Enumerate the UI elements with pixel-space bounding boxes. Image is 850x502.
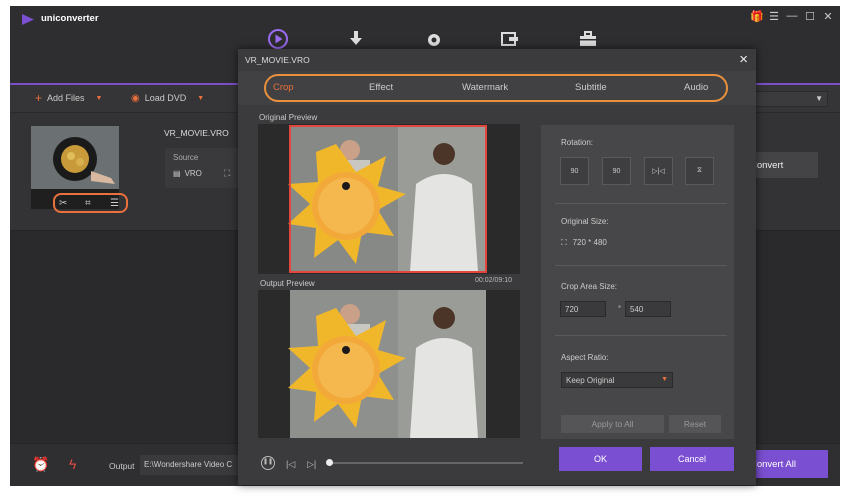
tab-effect[interactable]: Effect <box>369 82 393 93</box>
rotation-label: Rotation: <box>561 138 594 147</box>
convert-nav-icon[interactable] <box>267 28 289 50</box>
add-files-button[interactable]: + Add Files ▼ <box>35 90 103 105</box>
output-path-field[interactable]: E:\Wondershare Video C <box>140 455 240 475</box>
previous-frame-icon[interactable]: |◁ <box>286 459 295 470</box>
crop-icon[interactable]: ⌗ <box>85 198 91 209</box>
pause-button[interactable]: ❚❚ <box>261 456 275 470</box>
progress-track[interactable] <box>328 462 523 464</box>
close-icon[interactable]: × <box>739 51 748 68</box>
transfer-nav-icon[interactable] <box>499 28 521 50</box>
divider <box>555 265 727 266</box>
divider <box>555 203 727 204</box>
original-preview-label: Original Preview <box>259 113 318 122</box>
trim-icon[interactable]: ✂ <box>59 198 67 209</box>
tab-crop[interactable]: Crop <box>273 82 294 93</box>
original-size-label: Original Size: <box>561 217 609 226</box>
apply-to-all-button[interactable]: Apply to All <box>561 415 664 433</box>
effects-icon[interactable]: ☰ <box>110 198 119 209</box>
cancel-button[interactable]: Cancel <box>650 447 734 471</box>
rotate-left-button[interactable]: 90 <box>560 157 589 185</box>
chevron-down-icon[interactable]: ▼ <box>197 95 204 102</box>
file-name: VR_MOVIE.VRO <box>164 128 229 138</box>
aspect-ratio-label: Aspect Ratio: <box>561 353 609 362</box>
minimize-icon[interactable]: — <box>786 10 798 23</box>
flip-horizontal-button[interactable]: ▷|◁ <box>644 157 673 185</box>
original-size-value: ⛶ 720 * 480 <box>561 238 607 247</box>
output-preview-label: Output Preview <box>260 279 315 288</box>
maximize-icon[interactable]: ☐ <box>804 10 816 23</box>
chevron-down-icon: ▼ <box>661 376 668 383</box>
crop-settings-panel: Rotation: 90 90 ▷|◁ ⧖ Original Size: ⛶ 7… <box>541 125 734 439</box>
window-controls: 🎁 ☰ — ☐ ✕ <box>750 10 834 23</box>
gift-icon[interactable]: 🎁 <box>750 10 764 23</box>
alarm-clock-icon[interactable]: ⏰ <box>32 456 49 473</box>
progress-handle[interactable] <box>326 459 333 466</box>
crop-width-input[interactable]: 720 <box>560 301 606 317</box>
crop-separator: * <box>618 304 622 313</box>
flip-vertical-button[interactable]: ⧖ <box>685 157 714 185</box>
menu-icon[interactable]: ☰ <box>768 10 780 23</box>
divider <box>555 335 727 336</box>
source-format: ▤ VRO <box>173 169 202 178</box>
expand-icon: ⛶ <box>561 238 567 247</box>
film-icon: ▤ <box>173 169 181 178</box>
record-nav-icon[interactable] <box>423 28 445 50</box>
lightning-icon[interactable]: ϟ <box>69 456 76 472</box>
download-nav-icon[interactable] <box>345 28 367 50</box>
tab-audio[interactable]: Audio <box>684 82 708 93</box>
load-dvd-button[interactable]: ◉ Load DVD ▼ <box>131 93 204 103</box>
plus-icon: + <box>35 90 43 105</box>
timecode: 00:02/09:10 <box>475 277 512 284</box>
tab-watermark[interactable]: Watermark <box>462 82 508 93</box>
crop-area-label: Crop Area Size: <box>561 282 618 291</box>
tab-subtitle[interactable]: Subtitle <box>575 82 607 93</box>
dialog-title: VR_MOVIE.VRO <box>245 55 310 65</box>
source-label: Source <box>173 153 199 162</box>
close-icon[interactable]: ✕ <box>822 10 834 23</box>
chevron-down-icon: ▼ <box>815 94 823 103</box>
reset-button[interactable]: Reset <box>669 415 721 433</box>
output-preview <box>258 290 520 438</box>
app-name: uniconverter <box>41 13 99 24</box>
chevron-down-icon[interactable]: ▼ <box>96 95 103 102</box>
toolbox-nav-icon[interactable] <box>577 28 599 50</box>
original-preview[interactable] <box>258 124 520 274</box>
expand-icon: ⛶ <box>224 168 231 178</box>
ok-button[interactable]: OK <box>559 447 642 471</box>
app-logo-icon <box>22 14 34 25</box>
crop-dialog: VR_MOVIE.VRO × Crop Effect Watermark Sub… <box>238 49 756 485</box>
next-frame-icon[interactable]: ▷| <box>307 459 316 470</box>
video-thumbnail[interactable] <box>31 126 119 189</box>
output-label: Output <box>109 461 135 471</box>
rotate-right-button[interactable]: 90 <box>602 157 631 185</box>
aspect-ratio-select[interactable]: Keep Original ▼ <box>561 372 673 388</box>
crop-height-input[interactable]: 540 <box>625 301 671 317</box>
dvd-icon: ◉ <box>131 92 140 104</box>
